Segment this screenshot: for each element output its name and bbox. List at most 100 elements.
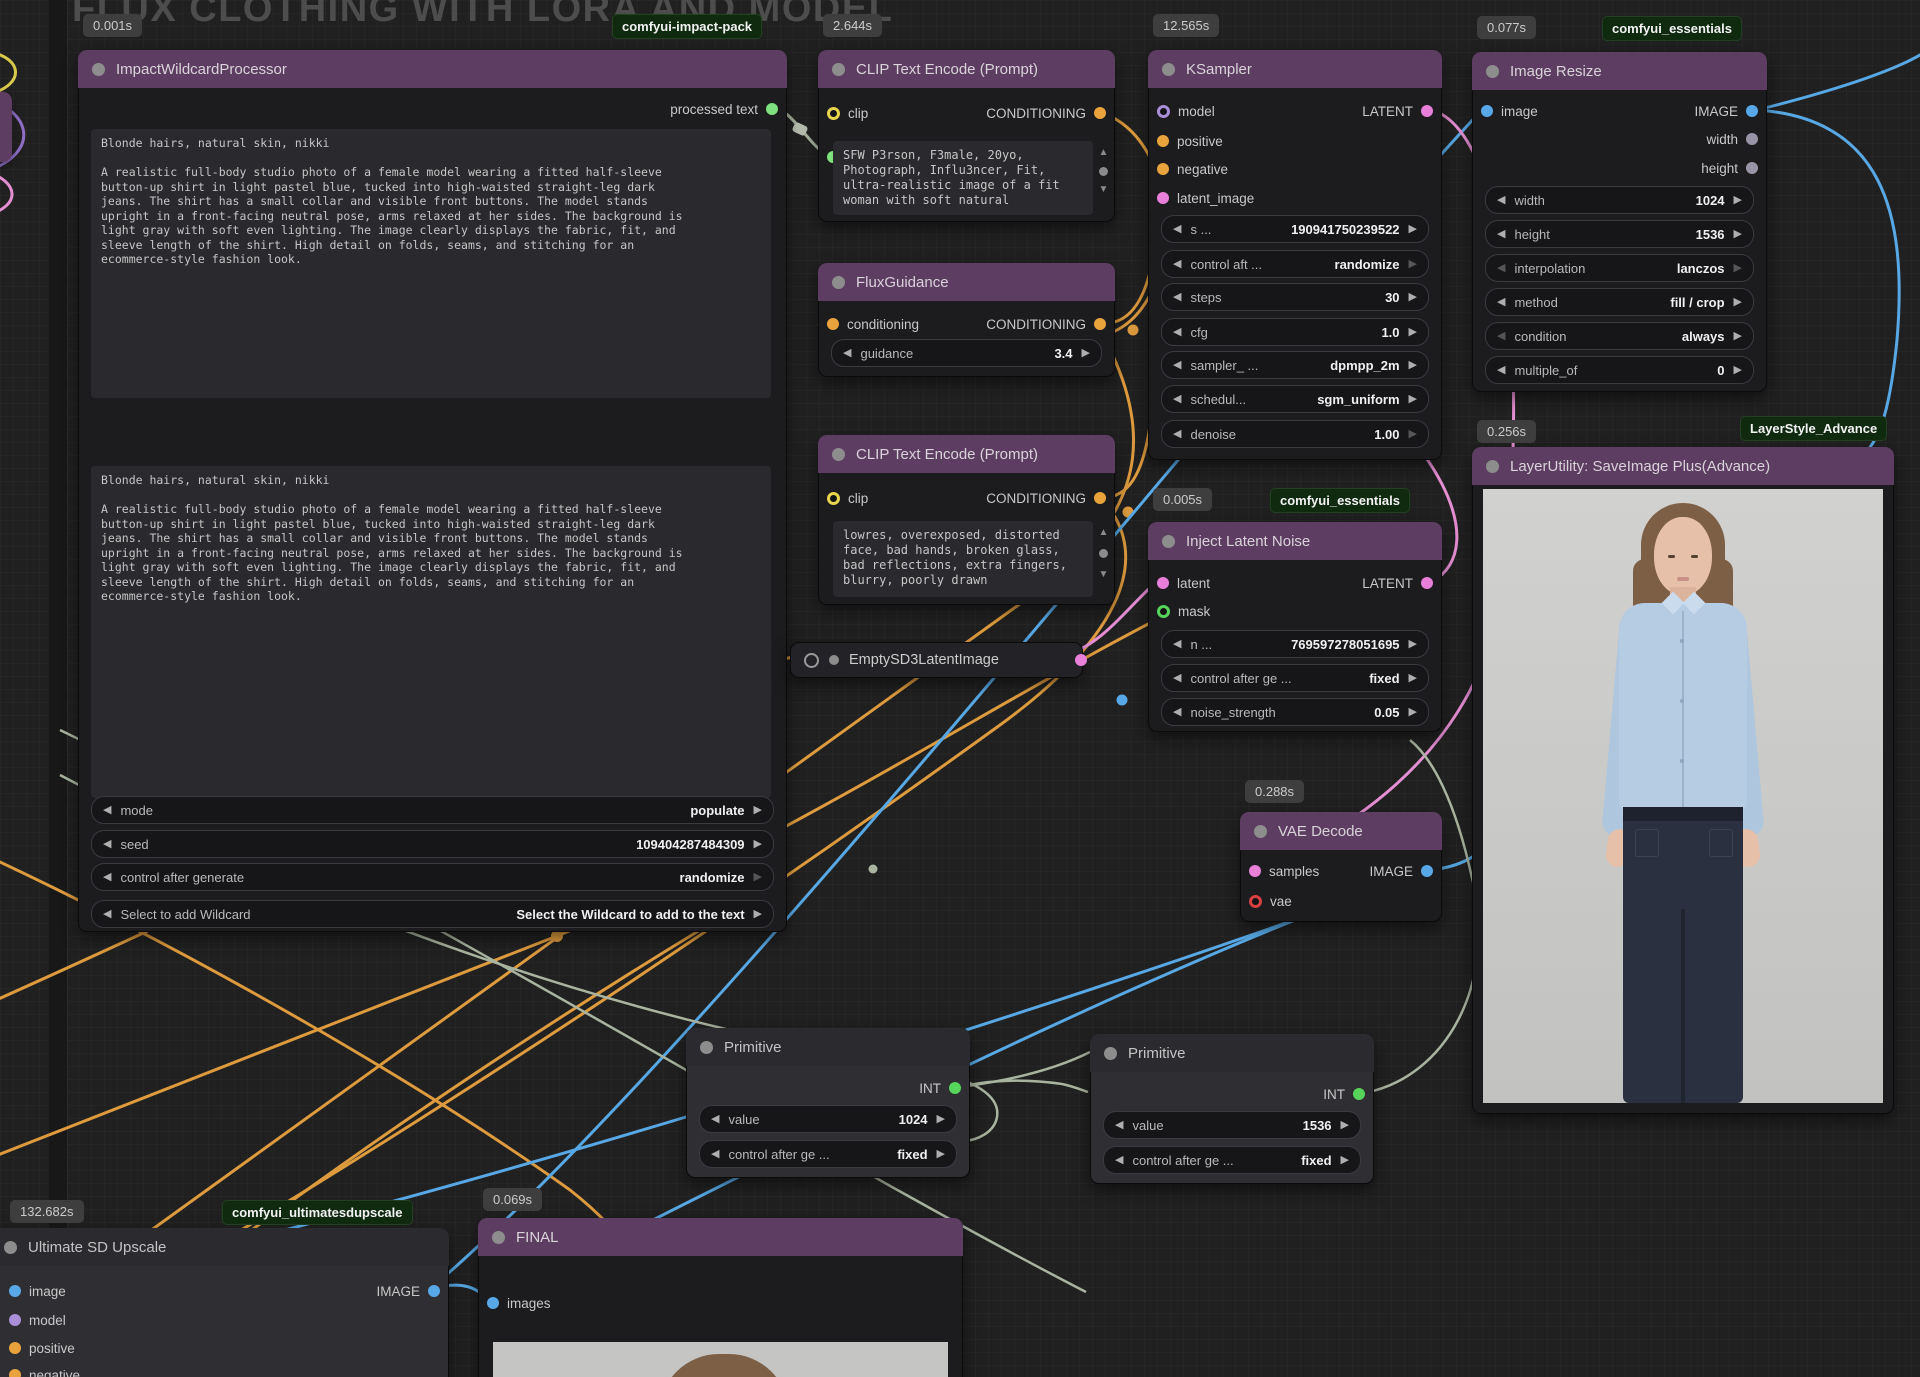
image-port-dot[interactable] xyxy=(1481,105,1493,117)
node-impact-wildcard-processor[interactable]: ImpactWildcardProcessor processed text B… xyxy=(78,50,787,932)
decrement-arrow-icon[interactable]: ◀ xyxy=(1173,259,1181,270)
input-port-mask[interactable]: mask xyxy=(1157,601,1210,621)
output-port-int[interactable]: INT xyxy=(919,1078,961,1098)
populated-text-input[interactable]: Blonde hairs, natural skin, nikki A real… xyxy=(91,466,771,798)
collapse-dot-icon[interactable] xyxy=(1486,460,1499,473)
decrement-arrow-icon[interactable]: ◀ xyxy=(1497,297,1505,308)
textarea-scrollbar[interactable]: ▲▼ xyxy=(1096,144,1111,198)
collapse-dot-icon[interactable] xyxy=(1162,535,1175,548)
decrement-arrow-icon[interactable]: ◀ xyxy=(711,1149,719,1160)
node-header[interactable]: CLIP Text Encode (Prompt) xyxy=(818,50,1115,88)
prompt-textarea[interactable]: lowres, overexposed, distorted face, bad… xyxy=(833,521,1093,597)
increment-arrow-icon[interactable]: ▶ xyxy=(1409,707,1417,718)
increment-arrow-icon[interactable]: ▶ xyxy=(1734,365,1742,376)
generated-image-preview[interactable] xyxy=(1483,489,1883,1103)
scroll-up-icon[interactable]: ▲ xyxy=(1099,527,1109,538)
decrement-arrow-icon[interactable]: ◀ xyxy=(1173,224,1181,235)
widget-control-after-generate[interactable]: ◀control after generaterandomize▶ xyxy=(91,863,774,891)
widget-select-wildcard[interactable]: ◀Select to add WildcardSelect the Wildca… xyxy=(91,900,774,928)
node-ultimate-sd-upscale[interactable]: Ultimate SD Upscale image IMAGE model po… xyxy=(0,1228,449,1377)
increment-arrow-icon[interactable]: ▶ xyxy=(937,1114,945,1125)
node-image-resize[interactable]: Image Resize image IMAGE width height ◀w… xyxy=(1472,52,1767,392)
widget-guidance[interactable]: ◀guidance3.4▶ xyxy=(831,339,1102,367)
input-port-negative[interactable]: negative xyxy=(9,1365,80,1377)
string-port-dot[interactable] xyxy=(766,103,778,115)
widget-height[interactable]: ◀height1536▶ xyxy=(1485,220,1754,248)
input-port-latent[interactable]: latent xyxy=(1157,573,1210,593)
input-port-image[interactable]: image xyxy=(9,1281,66,1301)
conditioning-port-dot[interactable] xyxy=(1094,318,1106,330)
collapse-circle-icon[interactable] xyxy=(804,653,819,668)
increment-arrow-icon[interactable]: ▶ xyxy=(754,872,762,883)
increment-arrow-icon[interactable]: ▶ xyxy=(1409,673,1417,684)
widget-steps[interactable]: ◀steps30▶ xyxy=(1161,283,1429,311)
output-port-conditioning[interactable]: CONDITIONING xyxy=(986,314,1106,334)
node-header[interactable]: Inject Latent Noise xyxy=(1148,522,1442,560)
widget-mode[interactable]: ◀modepopulate▶ xyxy=(91,796,774,824)
collapse-dot-icon[interactable] xyxy=(829,655,839,665)
conditioning-port-dot[interactable] xyxy=(9,1369,21,1377)
collapse-dot-icon[interactable] xyxy=(1104,1047,1117,1060)
output-port-conditioning[interactable]: CONDITIONING xyxy=(986,103,1106,123)
decrement-arrow-icon[interactable]: ◀ xyxy=(103,839,111,850)
int-port-dot[interactable] xyxy=(1353,1088,1365,1100)
widget-seed[interactable]: ◀s ...190941750239522▶ xyxy=(1161,215,1429,243)
increment-arrow-icon[interactable]: ▶ xyxy=(1734,331,1742,342)
node-header[interactable]: Primitive xyxy=(686,1028,970,1066)
conditioning-port-dot[interactable] xyxy=(827,318,839,330)
increment-arrow-icon[interactable]: ▶ xyxy=(754,805,762,816)
latent-port-dot[interactable] xyxy=(1075,654,1087,666)
clip-port-dot[interactable] xyxy=(827,492,840,505)
increment-arrow-icon[interactable]: ▶ xyxy=(1341,1155,1349,1166)
decrement-arrow-icon[interactable]: ◀ xyxy=(1497,331,1505,342)
collapse-dot-icon[interactable] xyxy=(492,1231,505,1244)
widget-multiple-of[interactable]: ◀multiple_of0▶ xyxy=(1485,356,1754,384)
increment-arrow-icon[interactable]: ▶ xyxy=(1409,429,1417,440)
input-port-positive[interactable]: positive xyxy=(9,1338,75,1358)
textarea-scrollbar[interactable]: ▲▼ xyxy=(1096,524,1111,583)
node-header[interactable]: KSampler xyxy=(1148,50,1442,88)
increment-arrow-icon[interactable]: ▶ xyxy=(1734,195,1742,206)
output-port-int[interactable]: INT xyxy=(1323,1084,1365,1104)
collapse-dot-icon[interactable] xyxy=(4,1241,17,1254)
input-port-model[interactable]: model xyxy=(1157,101,1215,121)
conditioning-port-dot[interactable] xyxy=(1157,135,1169,147)
final-image-preview[interactable] xyxy=(493,1342,948,1377)
node-header[interactable]: ImpactWildcardProcessor xyxy=(78,50,787,88)
input-port-positive[interactable]: positive xyxy=(1157,131,1223,151)
collapse-dot-icon[interactable] xyxy=(1254,825,1267,838)
mask-port-dot[interactable] xyxy=(1157,605,1170,618)
increment-arrow-icon[interactable]: ▶ xyxy=(1409,639,1417,650)
latent-port-dot[interactable] xyxy=(1421,577,1433,589)
decrement-arrow-icon[interactable]: ◀ xyxy=(1173,429,1181,440)
node-save-image-plus[interactable]: LayerUtility: SaveImage Plus(Advance) xyxy=(1472,447,1894,1114)
increment-arrow-icon[interactable]: ▶ xyxy=(1734,229,1742,240)
input-port-model[interactable]: model xyxy=(9,1310,66,1330)
node-header[interactable]: CLIP Text Encode (Prompt) xyxy=(818,435,1115,473)
node-header[interactable]: FluxGuidance xyxy=(818,263,1115,301)
output-port-image[interactable]: IMAGE xyxy=(1694,101,1758,121)
widget-control-after-generate[interactable]: ◀control after ge ...fixed▶ xyxy=(1161,664,1429,692)
node-final-preview[interactable]: FINAL images xyxy=(478,1218,963,1377)
vae-port-dot[interactable] xyxy=(1249,895,1262,908)
widget-denoise[interactable]: ◀denoise1.00▶ xyxy=(1161,420,1429,448)
widget-interpolation[interactable]: ◀interpolationlanczos▶ xyxy=(1485,254,1754,282)
increment-arrow-icon[interactable]: ▶ xyxy=(1409,360,1417,371)
scroll-up-icon[interactable]: ▲ xyxy=(1099,147,1109,158)
node-vae-decode[interactable]: VAE Decode samples IMAGE vae xyxy=(1240,812,1442,922)
widget-value[interactable]: ◀value1536▶ xyxy=(1103,1111,1361,1139)
increment-arrow-icon[interactable]: ▶ xyxy=(1409,327,1417,338)
input-port-clip[interactable]: clip xyxy=(827,103,868,123)
collapse-dot-icon[interactable] xyxy=(832,63,845,76)
scroll-down-icon[interactable]: ▼ xyxy=(1099,184,1109,195)
output-port-image[interactable]: IMAGE xyxy=(1369,861,1433,881)
collapse-dot-icon[interactable] xyxy=(1486,65,1499,78)
decrement-arrow-icon[interactable]: ◀ xyxy=(1173,360,1181,371)
input-port-vae[interactable]: vae xyxy=(1249,891,1292,911)
decrement-arrow-icon[interactable]: ◀ xyxy=(103,872,111,883)
latent-port-dot[interactable] xyxy=(1421,105,1433,117)
node-empty-sd3-latent-image[interactable]: EmptySD3LatentImage xyxy=(790,642,1083,678)
node-inject-latent-noise[interactable]: Inject Latent Noise latent LATENT mask ◀… xyxy=(1148,522,1442,732)
node-primitive-height[interactable]: Primitive INT ◀value1536▶ ◀control after… xyxy=(1090,1034,1374,1184)
node-header[interactable]: LayerUtility: SaveImage Plus(Advance) xyxy=(1472,447,1894,485)
